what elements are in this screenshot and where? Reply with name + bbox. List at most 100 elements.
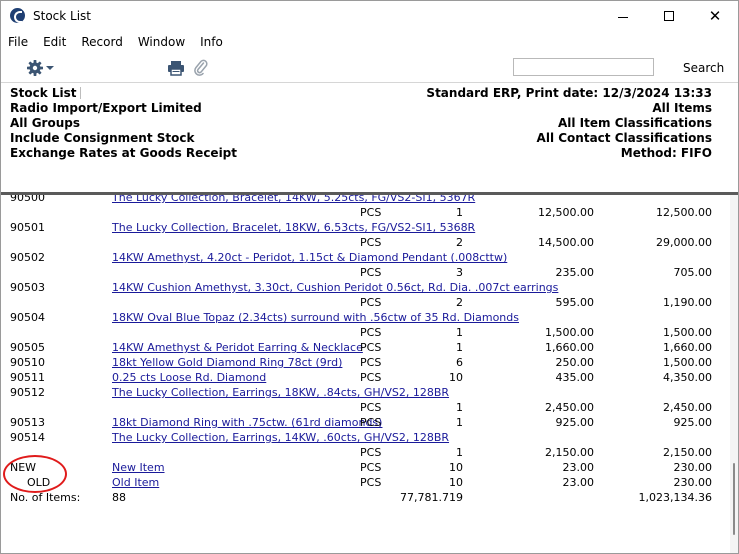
item-description-link[interactable]: 14KW Cushion Amethyst, 3.30ct, Cushion P… <box>112 281 558 294</box>
item-unit-cost: 2,450.00 <box>545 401 594 414</box>
text-cursor <box>80 87 81 99</box>
contact-classification-filter: All Contact Classifications <box>536 131 712 145</box>
minimize-button[interactable] <box>600 1 646 31</box>
item-unit: PCS <box>360 266 382 279</box>
item-code: 90502 <box>10 251 45 264</box>
item-quantity: 10 <box>449 371 463 384</box>
value-total: 1,023,134.36 <box>638 491 712 504</box>
item-description-link[interactable]: The Lucky Collection, Earrings, 14KW, .6… <box>112 431 449 444</box>
minimize-icon <box>618 16 628 18</box>
item-total-value: 925.00 <box>673 416 713 429</box>
item-total-value: 4,350.00 <box>663 371 712 384</box>
report-header: Stock List Radio Import/Export Limited A… <box>1 84 738 192</box>
table-row: 90505 14KW Amethyst & Peridot Earring & N… <box>1 341 730 356</box>
item-description-link[interactable]: 14KW Amethyst & Peridot Earring & Neckla… <box>112 341 363 354</box>
item-quantity: 6 <box>456 356 463 369</box>
menu-file[interactable]: File <box>1 35 35 49</box>
item-description-link[interactable]: 18kt Diamond Ring with .75ctw. (61rd dia… <box>112 416 382 429</box>
item-quantity: 10 <box>449 476 463 489</box>
table-row: 90513 18kt Diamond Ring with .75ctw. (61r… <box>1 416 730 431</box>
item-description-link[interactable]: The Lucky Collection, Bracelet, 14KW, 5.… <box>112 195 475 204</box>
totals-row: No. of Items: 88 77,781.719 1,023,134.36 <box>1 491 730 506</box>
item-code: 90504 <box>10 311 45 324</box>
item-unit: PCS <box>360 206 382 219</box>
item-quantity: 1 <box>456 206 463 219</box>
highlight-annotation <box>3 455 67 493</box>
close-button[interactable]: ✕ <box>692 1 738 31</box>
item-code: 90501 <box>10 221 45 234</box>
item-code: 90514 <box>10 431 45 444</box>
item-description-link[interactable]: 14KW Amethyst, 4.20ct - Peridot, 1.15ct … <box>112 251 507 264</box>
menu-record[interactable]: Record <box>73 35 129 49</box>
item-unit-cost: 1,500.00 <box>545 326 594 339</box>
item-description-link[interactable]: The Lucky Collection, Bracelet, 18KW, 6.… <box>112 221 475 234</box>
table-row: 90502 14KW Amethyst, 4.20ct - Peridot, 1.… <box>1 251 730 266</box>
company-name: Radio Import/Export Limited <box>10 101 202 115</box>
item-description-link[interactable]: 0.25 cts Loose Rd. Diamond <box>112 371 266 384</box>
table-row: 90514 The Lucky Collection, Earrings, 14K… <box>1 431 730 446</box>
item-total-value: 1,660.00 <box>663 341 712 354</box>
menu-info[interactable]: Info <box>192 35 230 49</box>
item-quantity: 10 <box>449 461 463 474</box>
search-button[interactable]: Search <box>683 61 724 75</box>
table-row: 90500 The Lucky Collection, Bracelet, 14K… <box>1 195 730 206</box>
chevron-down-icon[interactable] <box>46 66 54 70</box>
item-unit-cost: 925.00 <box>555 416 595 429</box>
item-unit-cost: 595.00 <box>555 296 595 309</box>
item-code: 90512 <box>10 386 45 399</box>
vertical-scrollbar[interactable] <box>730 195 738 553</box>
exchange-rate-option: Exchange Rates at Goods Receipt <box>10 146 238 160</box>
item-description-link[interactable]: New Item <box>112 461 165 474</box>
table-row: 90503 14KW Cushion Amethyst, 3.30ct, Cush… <box>1 281 730 296</box>
paperclip-icon[interactable] <box>194 59 208 77</box>
menu-edit[interactable]: Edit <box>35 35 73 49</box>
item-total-value: 230.00 <box>673 476 713 489</box>
item-description-link[interactable]: 18kt Yellow Gold Diamond Ring 78ct (9rd) <box>112 356 342 369</box>
item-unit-cost: 2,150.00 <box>545 446 594 459</box>
item-total-value: 2,450.00 <box>663 401 712 414</box>
table-row: OLD Old Item PCS 10 23.00 230.00 <box>1 476 730 491</box>
item-description-link[interactable]: The Lucky Collection, Earrings, 18KW, .8… <box>112 386 449 399</box>
item-unit: PCS <box>360 446 382 459</box>
item-unit: PCS <box>360 371 382 384</box>
table-row: PCS 1 12,500.00 12,500.00 <box>1 206 730 221</box>
item-code: 90511 <box>10 371 45 384</box>
item-unit: PCS <box>360 401 382 414</box>
gear-icon[interactable] <box>26 59 44 77</box>
item-code: 90510 <box>10 356 45 369</box>
item-classification-filter: All Item Classifications <box>557 116 712 130</box>
item-quantity: 1 <box>456 446 463 459</box>
maximize-icon <box>664 11 674 21</box>
item-filter: All Items <box>652 101 712 115</box>
maximize-button[interactable] <box>646 1 692 31</box>
table-row: PCS 3 235.00 705.00 <box>1 266 730 281</box>
item-description-link[interactable]: 18KW Oval Blue Topaz (2.34cts) surround … <box>112 311 519 324</box>
item-unit: PCS <box>360 356 382 369</box>
item-total-value: 29,000.00 <box>656 236 712 249</box>
menu-window[interactable]: Window <box>130 35 192 49</box>
table-row: PCS 1 2,150.00 2,150.00 <box>1 446 730 461</box>
item-quantity: 2 <box>456 236 463 249</box>
item-unit: PCS <box>360 236 382 249</box>
item-quantity: 1 <box>456 416 463 429</box>
report-body: 90500 The Lucky Collection, Bracelet, 14K… <box>1 195 730 553</box>
item-quantity: 1 <box>456 401 463 414</box>
app-logo-icon <box>10 8 25 23</box>
item-unit-cost: 250.00 <box>555 356 595 369</box>
table-row: PCS 2 595.00 1,190.00 <box>1 296 730 311</box>
search-input[interactable] <box>513 58 654 76</box>
printer-icon[interactable] <box>167 60 185 76</box>
table-row: 90510 18kt Yellow Gold Diamond Ring 78ct … <box>1 356 730 371</box>
consignment-option: Include Consignment Stock <box>10 131 195 145</box>
item-total-value: 1,500.00 <box>663 356 712 369</box>
quantity-total: 77,781.719 <box>400 491 463 504</box>
report-title: Stock List <box>10 86 77 100</box>
item-quantity: 2 <box>456 296 463 309</box>
item-total-value: 2,150.00 <box>663 446 712 459</box>
scrollbar-thumb[interactable] <box>733 463 735 535</box>
item-unit-cost: 23.00 <box>562 476 595 489</box>
item-description-link[interactable]: Old Item <box>112 476 159 489</box>
stock-list-window: Stock List ✕ File Edit Record Window Inf… <box>0 0 739 554</box>
table-row: PCS 1 1,500.00 1,500.00 <box>1 326 730 341</box>
print-date: Standard ERP, Print date: 12/3/2024 13:3… <box>426 86 712 100</box>
